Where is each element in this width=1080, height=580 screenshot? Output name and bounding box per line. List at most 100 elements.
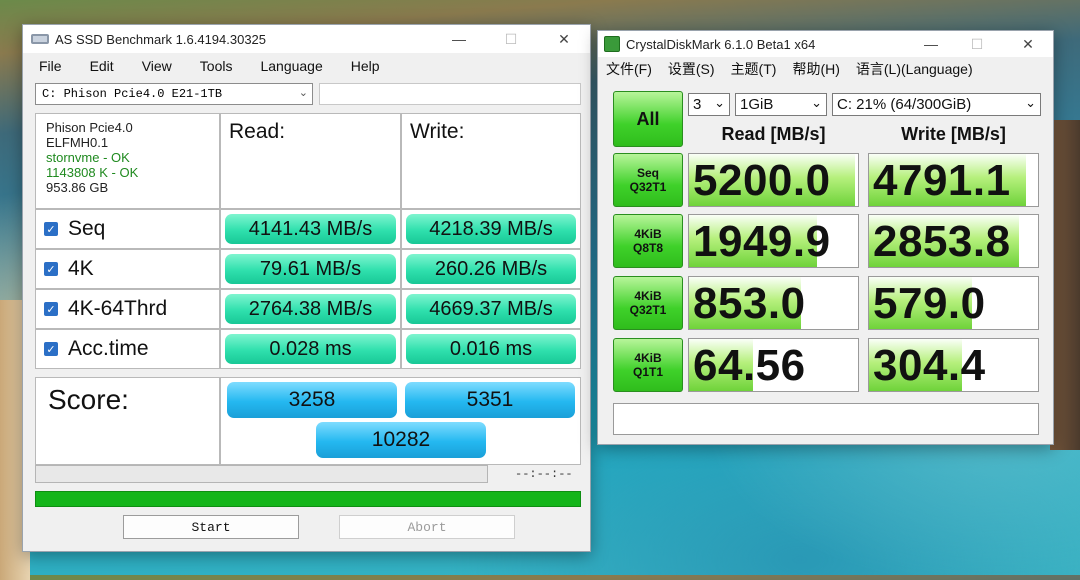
read-result-value: 853.0 xyxy=(693,279,806,328)
chevron-down-icon: ⌄ xyxy=(714,95,725,110)
drive-capacity: 953.86 GB xyxy=(46,180,109,195)
menu-edit[interactable]: Edit xyxy=(74,58,126,74)
read-result-cell: 64.56 xyxy=(688,338,859,392)
start-button[interactable]: Start xyxy=(123,515,299,539)
cdm-app-icon xyxy=(604,36,620,52)
write-result-value: 579.0 xyxy=(873,279,986,328)
cdm-title: CrystalDiskMark 6.1.0 Beta1 x64 xyxy=(626,36,816,52)
maximize-icon: ☐ xyxy=(504,30,518,47)
table-row: ✓ 4K 79.61 MB/s 260.26 MB/s xyxy=(35,249,581,289)
checkbox-icon[interactable]: ✓ xyxy=(44,222,58,236)
close-icon: ✕ xyxy=(558,30,570,47)
cdm-menubar: 文件(F) 设置(S) 主题(T) 帮助(H) 语言(L)(Language) xyxy=(598,57,1053,81)
test-button-line2: Q1T1 xyxy=(632,365,663,379)
table-row: ✓ 4K-64Thrd 2764.38 MB/s 4669.37 MB/s xyxy=(35,289,581,329)
test-count-select[interactable]: 3 ⌄ xyxy=(688,93,730,116)
write-result-cell: 4791.1 xyxy=(868,153,1039,207)
cdm-close-button[interactable]: ✕ xyxy=(1005,31,1051,57)
test-button-2[interactable]: 4KiB Q32T1 xyxy=(613,276,683,330)
drive-driver-status: stornvme - OK xyxy=(46,150,130,165)
drive-select-value: C: Phison Pcie4.0 E21-1TB xyxy=(42,87,223,101)
cdm-menu-help[interactable]: 帮助(H) xyxy=(784,59,847,79)
cdm-minimize-button[interactable]: — xyxy=(908,31,954,57)
drive-extra-field xyxy=(319,83,581,105)
crystaldiskmark-window: CrystalDiskMark 6.1.0 Beta1 x64 — ☐ ✕ 文件… xyxy=(597,30,1054,445)
read-result-cell: 853.0 xyxy=(688,276,859,330)
read-result-value: 64.56 xyxy=(693,341,806,390)
4k-write-value: 260.26 MB/s xyxy=(406,254,576,284)
checkbox-icon[interactable]: ✓ xyxy=(44,342,58,356)
test-button-line2: Q8T8 xyxy=(632,241,663,255)
minimize-icon: — xyxy=(924,36,938,52)
chevron-down-icon: ⌄ xyxy=(1025,95,1036,110)
overall-progress-bar xyxy=(35,491,581,507)
as-ssd-titlebar[interactable]: AS SSD Benchmark 1.6.4194.30325 — ☐ ✕ xyxy=(23,25,590,53)
write-result-cell: 579.0 xyxy=(868,276,1039,330)
test-button-line2: Q32T1 xyxy=(629,303,667,317)
write-column-header: Write: xyxy=(401,113,581,209)
cdm-menu-settings[interactable]: 设置(S) xyxy=(660,59,723,79)
minimize-button[interactable]: — xyxy=(436,25,482,53)
cdm-maximize-button[interactable]: ☐ xyxy=(954,31,1000,57)
maximize-button[interactable]: ☐ xyxy=(488,25,534,53)
drive-model: Phison Pcie4.0 xyxy=(46,120,133,135)
all-button[interactable]: All xyxy=(613,91,683,147)
drive-select-cdm[interactable]: C: 21% (64/300GiB) ⌄ xyxy=(832,93,1041,116)
acctime-read-value: 0.028 ms xyxy=(225,334,396,364)
background-rocks-right xyxy=(1050,120,1080,450)
4k64-read-value: 2764.38 MB/s xyxy=(225,294,396,324)
as-ssd-title: AS SSD Benchmark 1.6.4194.30325 xyxy=(55,31,267,47)
abort-button[interactable]: Abort xyxy=(339,515,515,539)
read-cell: 79.61 MB/s xyxy=(220,249,401,289)
row-label: 4K xyxy=(68,257,94,280)
test-size-select[interactable]: 1GiB ⌄ xyxy=(735,93,827,116)
test-size-value: 1GiB xyxy=(740,96,774,113)
test-button-3[interactable]: 4KiB Q1T1 xyxy=(613,338,683,392)
test-button-1[interactable]: 4KiB Q8T8 xyxy=(613,214,683,268)
cdm-menu-language[interactable]: 语言(L)(Language) xyxy=(848,59,981,79)
cdm-titlebar[interactable]: CrystalDiskMark 6.1.0 Beta1 x64 — ☐ ✕ xyxy=(598,31,1053,57)
seq-read-value: 4141.43 MB/s xyxy=(225,214,396,244)
test-button-line1: 4KiB xyxy=(634,351,662,365)
row-label: Seq xyxy=(68,217,106,240)
drive-select[interactable]: C: Phison Pcie4.0 E21-1TB ⌄ xyxy=(35,83,313,105)
cdm-menu-file[interactable]: 文件(F) xyxy=(598,59,660,79)
test-progress-bar xyxy=(35,465,488,483)
close-icon: ✕ xyxy=(1022,35,1034,52)
cdm-write-header: Write [MB/s] xyxy=(901,124,1006,144)
menu-tools[interactable]: Tools xyxy=(184,58,245,74)
drive-info-box: Phison Pcie4.0 ELFMH0.1 stornvme - OK 11… xyxy=(35,113,220,209)
acctime-label-cell[interactable]: ✓ Acc.time xyxy=(35,329,220,369)
menu-file[interactable]: File xyxy=(23,58,74,74)
test-button-0[interactable]: Seq Q32T1 xyxy=(613,153,683,207)
comment-field[interactable] xyxy=(613,403,1039,435)
table-row: ✓ Acc.time 0.028 ms 0.016 ms xyxy=(35,329,581,369)
menu-view[interactable]: View xyxy=(126,58,184,74)
score-total: 10282 xyxy=(316,422,486,458)
checkbox-icon[interactable]: ✓ xyxy=(44,302,58,316)
4k64-label-cell[interactable]: ✓ 4K-64Thrd xyxy=(35,289,220,329)
as-ssd-window: AS SSD Benchmark 1.6.4194.30325 — ☐ ✕ Fi… xyxy=(22,24,591,552)
seq-label-cell[interactable]: ✓ Seq xyxy=(35,209,220,249)
write-cell: 4218.39 MB/s xyxy=(401,209,581,249)
score-section: Score: 3258 5351 10282 xyxy=(35,377,581,465)
seq-write-value: 4218.39 MB/s xyxy=(406,214,576,244)
row-label: Acc.time xyxy=(68,337,149,360)
checkbox-icon[interactable]: ✓ xyxy=(44,262,58,276)
cdm-menu-theme[interactable]: 主题(T) xyxy=(723,59,785,79)
drive-alignment-status: 1143808 K - OK xyxy=(46,165,139,180)
menu-language[interactable]: Language xyxy=(244,58,334,74)
minimize-icon: — xyxy=(452,31,466,47)
score-write: 5351 xyxy=(405,382,575,418)
write-result-cell: 304.4 xyxy=(868,338,1039,392)
menu-help[interactable]: Help xyxy=(335,58,392,74)
read-column-header: Read: xyxy=(220,113,401,209)
4k-label-cell[interactable]: ✓ 4K xyxy=(35,249,220,289)
read-result-cell: 5200.0 xyxy=(688,153,859,207)
cdm-read-header: Read [MB/s] xyxy=(721,124,826,144)
write-result-value: 4791.1 xyxy=(873,156,1011,205)
write-result-cell: 2853.8 xyxy=(868,214,1039,268)
table-row: ✓ Seq 4141.43 MB/s 4218.39 MB/s xyxy=(35,209,581,249)
close-button[interactable]: ✕ xyxy=(541,25,587,53)
read-cell: 2764.38 MB/s xyxy=(220,289,401,329)
